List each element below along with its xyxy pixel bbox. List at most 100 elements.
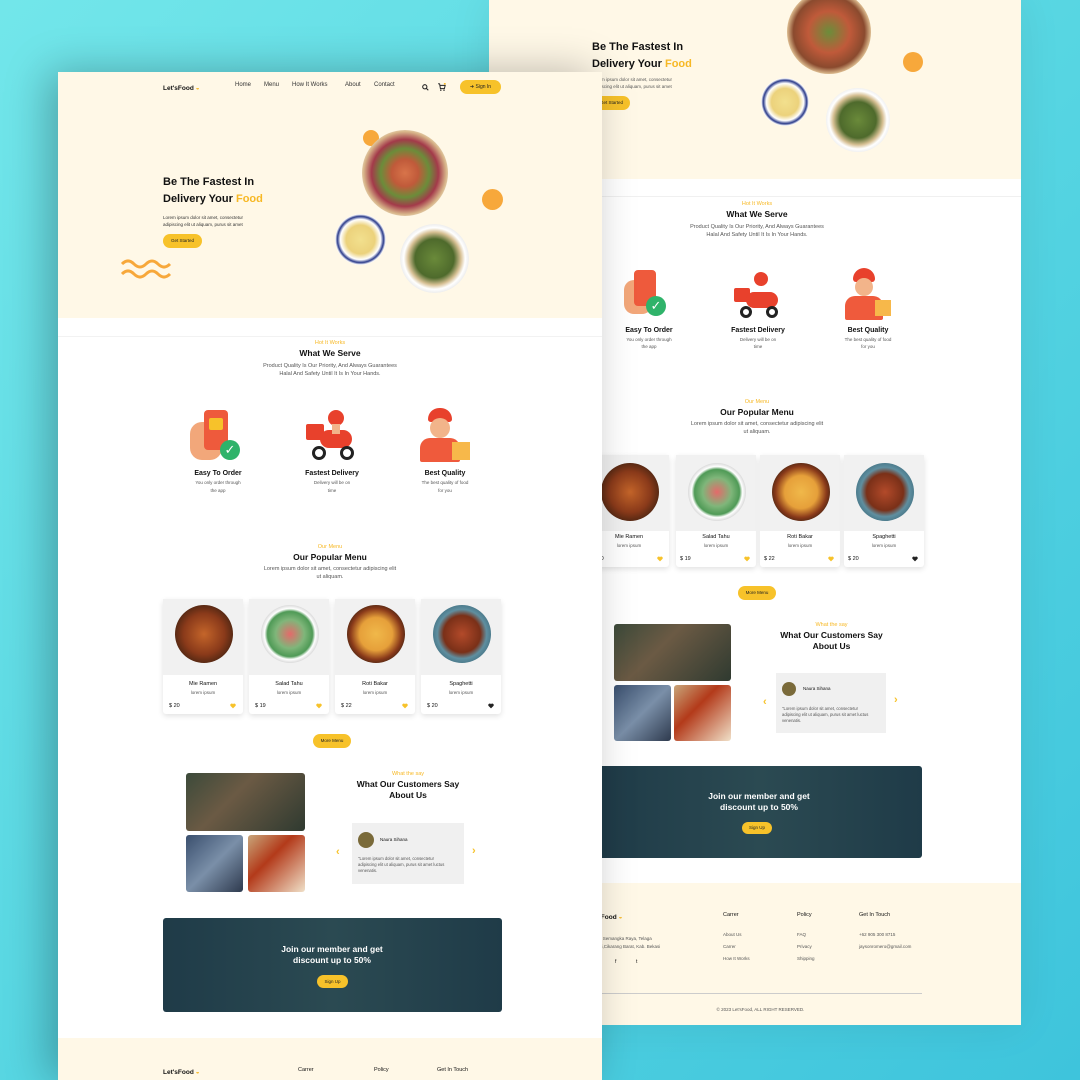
menu-item-price: $ 20: [427, 703, 438, 709]
back-member-banner: Join our member and get discount up to 5…: [599, 766, 922, 858]
back-banner-line2: discount up to 50%: [720, 802, 798, 812]
back-footer-link[interactable]: FAQ: [797, 929, 815, 941]
back-footer-address: n Semangka Raya, Telaga: [599, 936, 652, 941]
back-footer-carrer-heading: Carrer: [723, 912, 739, 918]
footer-brand: Let'sFood ◒: [163, 1069, 200, 1076]
back-footer-link[interactable]: Carrer: [723, 941, 750, 953]
back-footer-link[interactable]: Shipping: [797, 953, 815, 965]
delivery-scooter-icon: [306, 410, 358, 462]
back-serve-eyebrow: Hot It Works: [741, 201, 773, 207]
testimonial-eyebrow: What the say: [391, 771, 425, 777]
menu-card[interactable]: Mie Ramen lorem ipsum $ 20: [163, 599, 243, 714]
front-page: Let'sFood ◒ Home Menu How It Works About…: [58, 72, 602, 1080]
testimonial-quote: venenatis.: [358, 868, 378, 873]
back-menu-item-sub: lorem ipsum: [871, 543, 897, 548]
signup-button[interactable]: Sign Up: [317, 975, 348, 988]
back-menu-card[interactable]: Spaghetti lorem ipsum $ 20: [844, 455, 924, 567]
menu-card[interactable]: Salad Tahu lorem ipsum $ 19: [249, 599, 329, 714]
back-testimonial-eyebrow: What the say: [815, 622, 848, 628]
back-menu-item-sub: lorem ipsum: [787, 543, 813, 548]
back-hero-line1: Be The Fastest In: [592, 41, 684, 53]
footer-carrer-heading: Carrer: [298, 1067, 314, 1073]
menu-card[interactable]: Spaghetti lorem ipsum $ 20: [421, 599, 501, 714]
back-testimonial-name: Naura Sihana: [803, 686, 831, 691]
menu-item-sub: lorem ipsum: [190, 690, 216, 695]
facebook-icon[interactable]: f: [615, 959, 616, 965]
heart-icon[interactable]: [230, 703, 236, 709]
back-menu-item-name: Spaghetti: [872, 534, 896, 540]
heart-icon[interactable]: [828, 556, 834, 562]
hero-highlight: Food: [235, 193, 263, 205]
heart-icon[interactable]: [912, 556, 918, 562]
chevron-right-icon[interactable]: ›: [894, 694, 898, 706]
get-started-button[interactable]: Get Started: [163, 234, 202, 248]
heart-icon[interactable]: [316, 703, 322, 709]
avatar: [358, 832, 374, 848]
avatar: [782, 682, 796, 696]
back-menu-card[interactable]: Salad Tahu lorem ipsum $ 19: [676, 455, 756, 567]
menu-item-sub: lorem ipsum: [448, 690, 474, 695]
brand-logo[interactable]: Let'sFood ◒: [163, 85, 200, 92]
back-more-menu-button[interactable]: More Menu: [738, 586, 776, 600]
bowl-icon: ◒: [195, 1069, 200, 1076]
back-serve-item-desc: the app: [641, 344, 657, 349]
food-photo: [186, 835, 243, 892]
hero-title: Be The Fastest In Delivery Your Food: [163, 174, 263, 208]
hero-soup-image: [335, 214, 386, 265]
footer: Let'sFood ◒ Carrer Policy Get In Touch: [58, 1038, 602, 1080]
more-menu-button[interactable]: More Menu: [313, 734, 351, 748]
serve-item-desc: time: [327, 488, 337, 493]
heart-icon[interactable]: [402, 703, 408, 709]
back-footer-link[interactable]: Privacy: [797, 941, 815, 953]
chevron-left-icon[interactable]: ‹: [763, 696, 767, 708]
back-testimonial-title: What Our Customers Say: [780, 630, 883, 640]
back-footer-phone: +62 905 300 8715: [859, 932, 896, 937]
testimonial-name: Naura Sihana: [380, 837, 408, 842]
back-orange-dot: [903, 52, 923, 72]
menu-item-price: $ 19: [255, 703, 266, 709]
back-footer-link[interactable]: How It Works: [723, 953, 750, 965]
chevron-right-icon[interactable]: ›: [472, 845, 476, 857]
ramen-image: [175, 605, 233, 663]
back-serve-item-title: Fastest Delivery: [731, 327, 785, 334]
back-signup-button[interactable]: Sign Up: [742, 822, 772, 834]
menu-item-name: Salad Tahu: [275, 681, 303, 687]
hero-subtitle: Lorem ipsum dolor sit amet, consectetur: [163, 215, 244, 220]
back-menu-card[interactable]: Roti Bakar lorem ipsum $ 22: [760, 455, 840, 567]
nav-about[interactable]: About: [345, 82, 361, 88]
back-phone-icon: ✓: [624, 270, 666, 320]
back-menu-item-sub: lorem ipsum: [703, 543, 729, 548]
back-serve-item-desc: You only order through: [626, 337, 672, 342]
nav-menu[interactable]: Menu: [264, 82, 279, 88]
twitter-icon[interactable]: t: [636, 959, 637, 965]
back-serve-item-desc: for you: [861, 344, 875, 349]
back-footer-link[interactable]: About Us: [723, 929, 750, 941]
back-food-photo: [674, 685, 731, 741]
serve-eyebrow: Hot It Works: [314, 340, 346, 346]
heart-icon[interactable]: [744, 556, 750, 562]
back-footer-email[interactable]: jaysonromero@gmail.com: [859, 941, 911, 953]
back-hero-soup-image: [761, 78, 809, 126]
sign-in-label: Sign In: [475, 84, 492, 90]
menu-item-price: $ 20: [169, 703, 180, 709]
nav-home[interactable]: Home: [235, 82, 251, 88]
search-icon[interactable]: [422, 84, 429, 91]
menu-card[interactable]: Roti Bakar lorem ipsum $ 22: [335, 599, 415, 714]
back-serve-desc2: Halal And Safety Until It Is In Your Han…: [706, 231, 808, 238]
serve-item-desc: The best quality of food: [421, 480, 469, 485]
menu-item-name: Roti Bakar: [362, 681, 388, 687]
serve-item-title: Best Quality: [424, 470, 466, 477]
banner-line1: Join our member and get: [281, 944, 383, 954]
cart-icon[interactable]: [438, 83, 446, 91]
back-serve-item-title: Easy To Order: [625, 327, 673, 334]
footer-touch-heading: Get In Touch: [437, 1067, 469, 1073]
banner-line2: discount up to 50%: [293, 955, 371, 965]
nav-how-it-works[interactable]: How It Works: [292, 82, 328, 88]
heart-icon[interactable]: [488, 703, 494, 709]
back-serve-title: What We Serve: [726, 209, 788, 219]
nav-contact[interactable]: Contact: [374, 82, 395, 88]
sign-in-button[interactable]: ➜ Sign In: [460, 80, 501, 94]
chevron-left-icon[interactable]: ‹: [336, 846, 340, 858]
heart-icon[interactable]: [657, 556, 663, 562]
back-testimonial-title: About Us: [812, 641, 851, 651]
